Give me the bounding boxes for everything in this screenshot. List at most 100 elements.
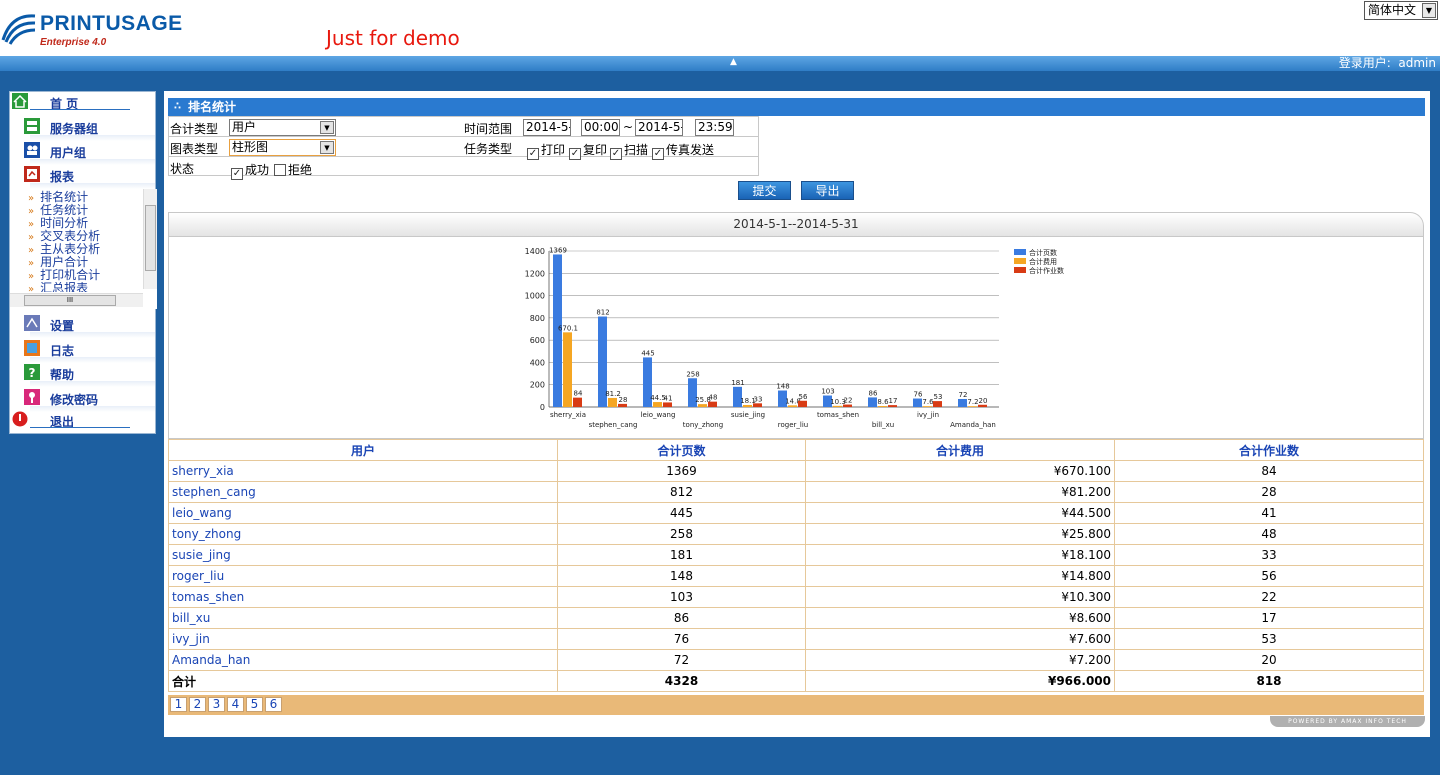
cost-cell: ¥7.600 (805, 628, 1115, 650)
sidebar-item-log[interactable]: 日志 (10, 339, 155, 363)
user-cell[interactable]: stephen_cang (168, 481, 558, 503)
time-range-label: 时间范围 (464, 122, 513, 136)
bar-value-label: 7.6 (922, 398, 934, 406)
cost-cell: ¥670.100 (805, 460, 1115, 482)
submenu-label: 打印机合计 (40, 268, 101, 282)
table-row: bill_xu 86 ¥8.600 17 (168, 607, 1424, 629)
sidebar-item-help[interactable]: ? 帮助 (10, 363, 155, 387)
user-cell[interactable]: tony_zhong (168, 523, 558, 545)
table-row: roger_liu 148 ¥14.800 56 (168, 565, 1424, 587)
help-icon: ? (24, 364, 40, 380)
collapse-arrow-icon[interactable]: ▲ (730, 57, 737, 67)
sidebar-item-user-group[interactable]: 用户组 (10, 141, 155, 165)
date-from-input[interactable]: 2014-5- (523, 119, 571, 136)
user-cell[interactable]: roger_liu (168, 565, 558, 587)
bar-value-label: 17 (889, 397, 898, 405)
page-link[interactable]: 6 (265, 697, 282, 712)
bar-d83b14 (978, 404, 987, 407)
page-link[interactable]: 1 (170, 697, 187, 712)
column-header-user[interactable]: 用户 (168, 439, 558, 461)
date-to-input[interactable]: 2014-5- (635, 119, 683, 136)
bar-f5a623 (563, 332, 572, 407)
date-range-title: 2014-5-1--2014-5-31 (733, 217, 859, 231)
user-cell[interactable]: susie_jing (168, 544, 558, 566)
x-tick-label: Amanda_han (950, 421, 996, 429)
sidebar-item-settings[interactable]: 设置 (10, 314, 155, 338)
jobs-cell: 22 (1114, 586, 1424, 608)
submenu-label: 汇总报表 (40, 282, 89, 292)
table-body: sherry_xia 1369 ¥670.100 84 stephen_cang 812 ¥… (168, 460, 1424, 692)
sidebar-item-exit[interactable]: 退出 (10, 410, 155, 434)
pages-cell: 72 (557, 649, 806, 671)
jobs-cell: 56 (1114, 565, 1424, 587)
page-link[interactable]: 4 (227, 697, 244, 712)
ranking-table: 用户 合计页数 合计费用 合计作业数 sherry_xia 1369 ¥670.10… (168, 439, 1424, 692)
table-row: ivy_jin 76 ¥7.600 53 (168, 628, 1424, 650)
table-row: tomas_shen 103 ¥10.300 22 (168, 586, 1424, 608)
sidebar-item-report[interactable]: 报表 (10, 165, 155, 189)
bar-value-label: 181 (731, 379, 744, 387)
export-button[interactable]: 导出 (801, 181, 854, 200)
bar-value-label: 670.1 (558, 324, 578, 332)
page-link[interactable]: 2 (189, 697, 206, 712)
bar-d83b14 (573, 397, 582, 407)
y-tick-label: 0 (540, 403, 545, 412)
status-success-checkbox[interactable]: ✓ 成功 (231, 161, 269, 180)
jobs-cell: 33 (1114, 544, 1424, 566)
bar-value-label: 33 (754, 395, 763, 403)
powered-by-footer: POWERED BY AMAX INFO TECH (1270, 716, 1425, 727)
legend-swatch (1014, 249, 1026, 255)
x-tick-label: stephen_cang (589, 421, 638, 429)
scrollbar-thumb[interactable] (145, 205, 156, 271)
page-link[interactable]: 3 (208, 697, 225, 712)
sum-type-value: 用户 (232, 120, 257, 134)
submenu-horizontal-scrollbar[interactable]: III (10, 293, 143, 307)
x-tick-label: tony_zhong (683, 421, 723, 429)
submenu-vertical-scrollbar[interactable] (143, 189, 157, 289)
checkbox-label: 扫描 (624, 143, 649, 157)
column-header-cost[interactable]: 合计费用 (805, 439, 1115, 461)
chart-type-value: 柱形图 (232, 140, 269, 154)
bullet-icon: » (28, 193, 35, 204)
bar-value-label: 7.2 (967, 398, 978, 406)
user-cell[interactable]: sherry_xia (168, 460, 558, 482)
column-header-jobs[interactable]: 合计作业数 (1114, 439, 1424, 461)
bullet-icon: » (28, 245, 35, 256)
submenu-item-printer-total[interactable]: » 打印机合计 (28, 269, 100, 283)
scrollbar-thumb[interactable]: III (24, 295, 116, 306)
sidebar-item-home[interactable]: 首 页 (10, 92, 155, 116)
bar-d83b14 (888, 405, 897, 407)
submenu-item-summary[interactable]: » 汇总报表 (28, 282, 88, 292)
user-cell[interactable]: ivy_jin (168, 628, 558, 650)
log-icon (24, 340, 40, 356)
time-from-input[interactable]: 00:00: (581, 119, 620, 136)
bar-d83b14 (843, 404, 852, 407)
y-tick-label: 400 (530, 358, 545, 367)
chart-type-select[interactable]: 柱形图 ▼ (229, 139, 336, 156)
pages-cell: 1369 (557, 460, 806, 482)
page-link[interactable]: 5 (246, 697, 263, 712)
bar-value-label: 258 (686, 370, 699, 378)
sidebar-item-server-group[interactable]: 服务器组 (10, 117, 155, 141)
x-tick-label: ivy_jin (917, 411, 939, 419)
status-reject-checkbox[interactable]: 拒绝 (274, 161, 312, 178)
user-cell[interactable]: leio_wang (168, 502, 558, 524)
bar-value-label: 53 (934, 393, 943, 401)
column-header-pages[interactable]: 合计页数 (557, 439, 806, 461)
time-to-input[interactable]: 23:59: (695, 119, 734, 136)
total-pages-cell: 4328 (557, 670, 806, 692)
bar-3a7be0 (868, 397, 877, 407)
bar-f5a623 (743, 404, 752, 407)
sum-type-select[interactable]: 用户 ▼ (229, 119, 336, 136)
language-select[interactable]: 简体中文 ▼ (1364, 1, 1438, 20)
submenu-label: 任务统计 (40, 203, 89, 217)
sidebar-item-change-password[interactable]: 修改密码 (10, 388, 155, 412)
chevron-down-icon: ▼ (320, 121, 334, 134)
submit-button[interactable]: 提交 (738, 181, 791, 200)
user-cell[interactable]: tomas_shen (168, 586, 558, 608)
user-cell[interactable]: Amanda_han (168, 649, 558, 671)
user-cell[interactable]: bill_xu (168, 607, 558, 629)
svg-text:?: ? (29, 366, 36, 380)
legend-entry: 合计费用 (1029, 257, 1057, 266)
bar-d83b14 (933, 401, 942, 407)
